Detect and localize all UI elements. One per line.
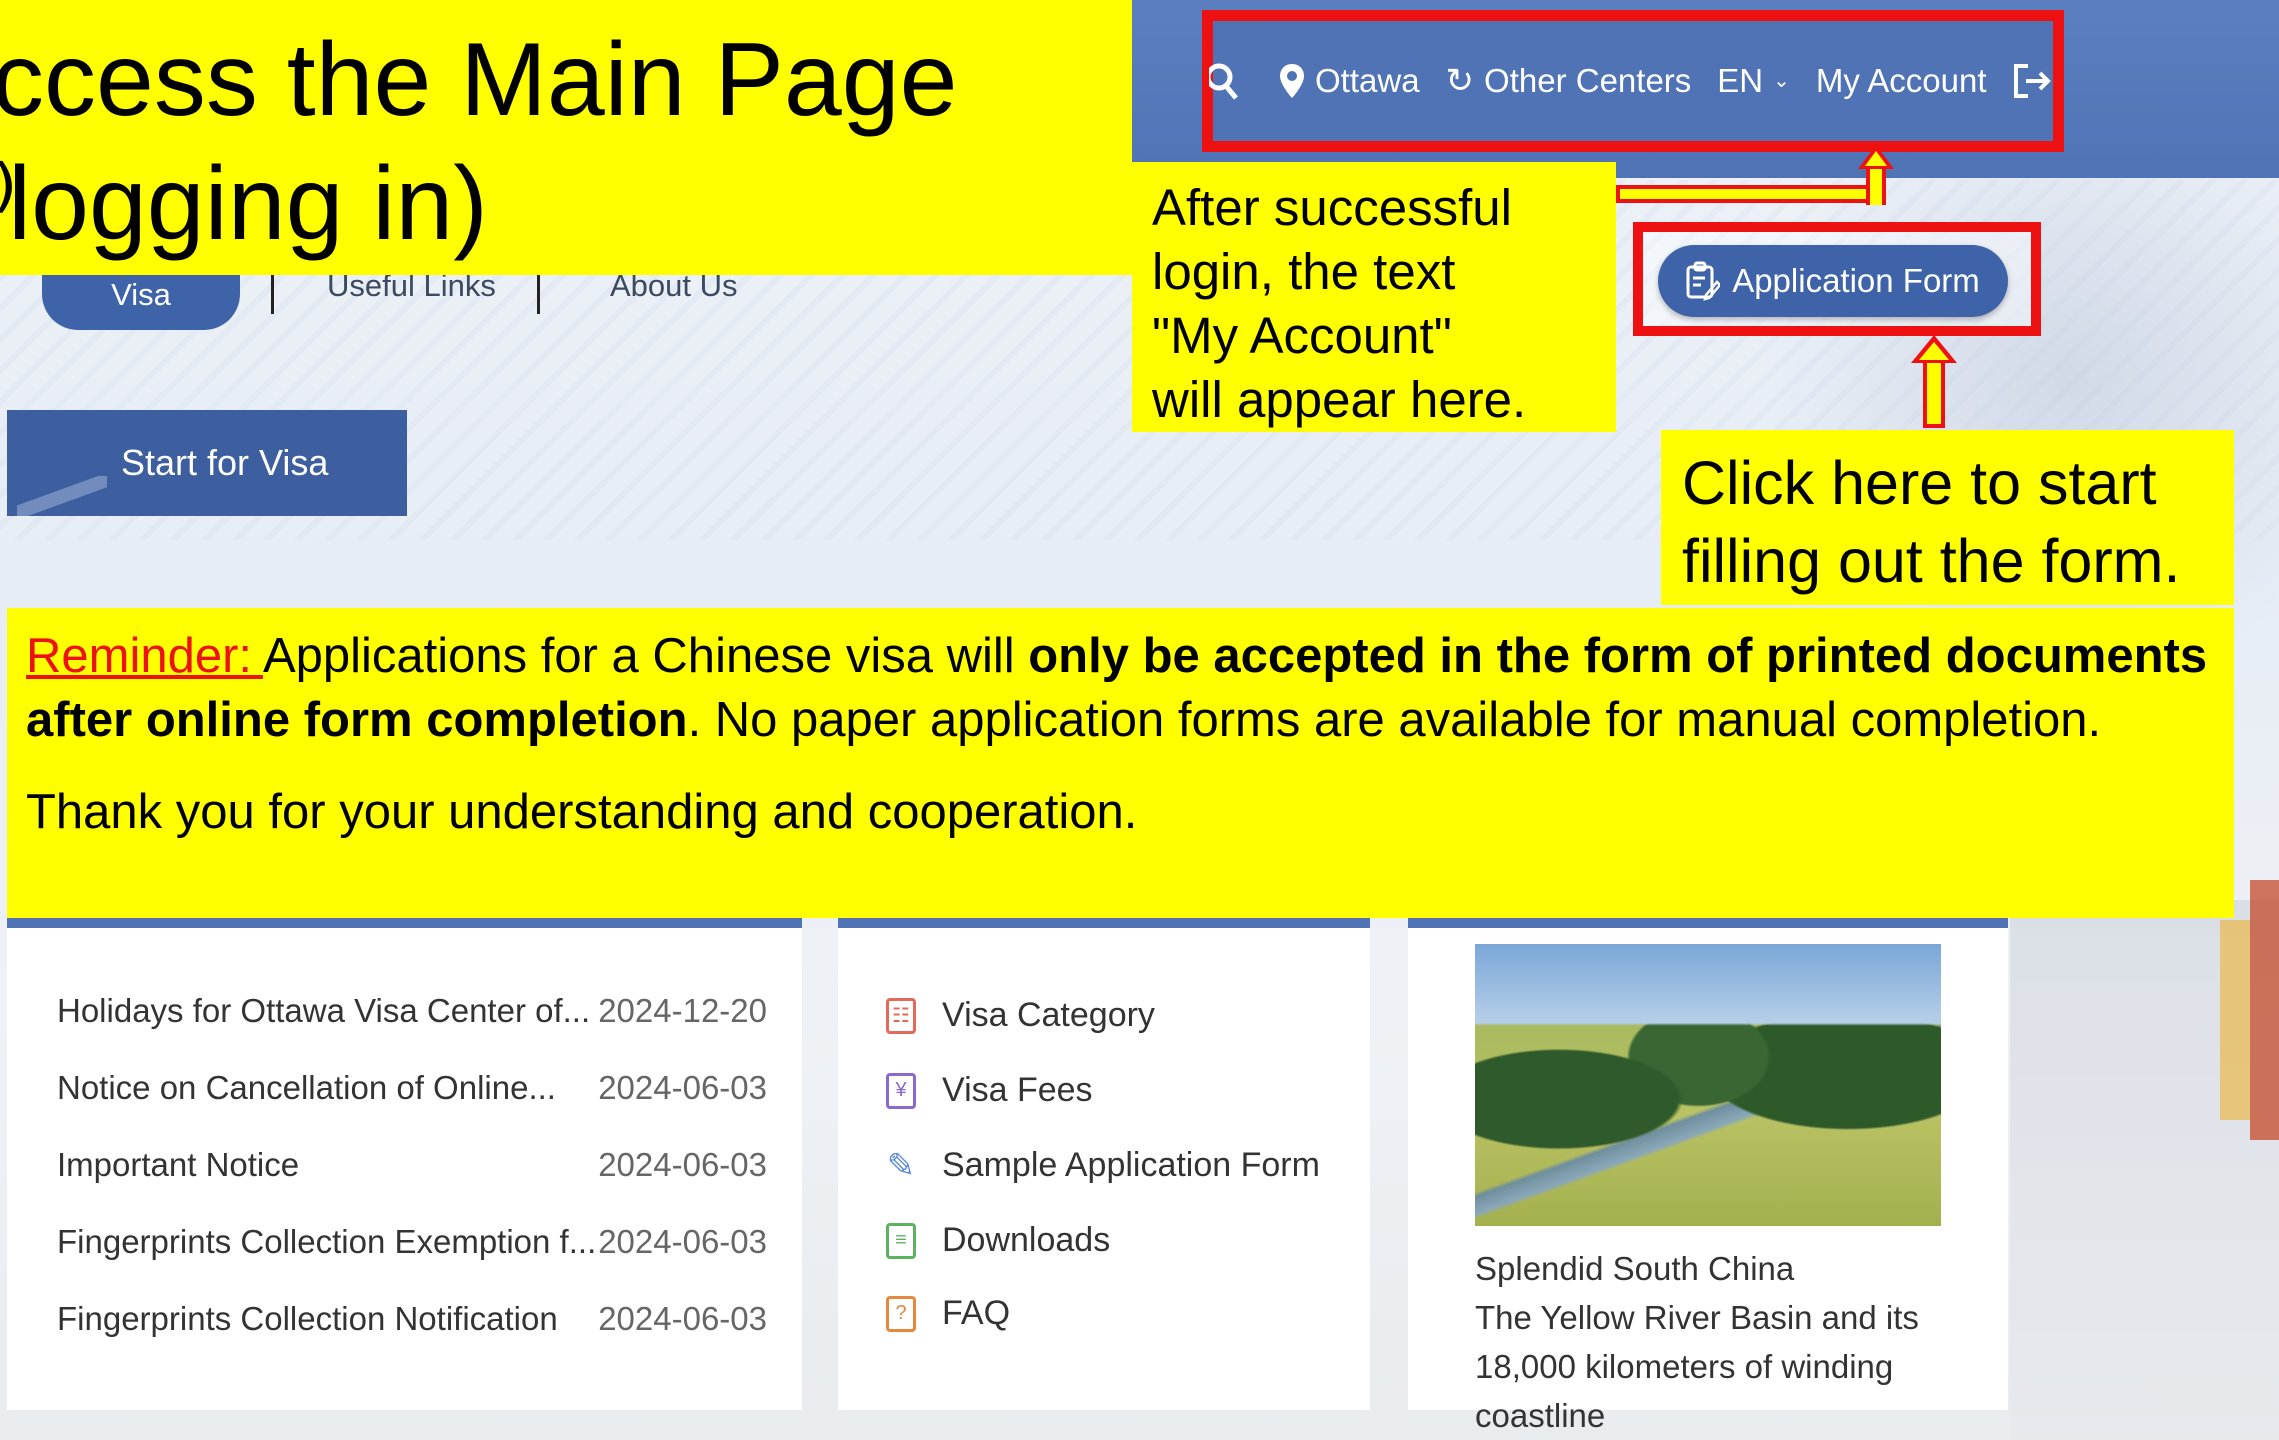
location-pin-icon [1280, 64, 1304, 98]
click-note-line-1: Click here to start [1682, 449, 2157, 517]
annotation-arrow-vertical-2 [1923, 358, 1945, 428]
title-line-2: ⁾logging in) [0, 146, 488, 262]
yuan-icon: ¥ [886, 1072, 916, 1109]
photo-caption-line-2: The Yellow River Basin and its [1475, 1299, 1919, 1336]
news-item[interactable]: Fingerprints Collection Notification 202… [57, 1300, 767, 1338]
annotation-arrowhead-2-fill [1919, 342, 1949, 360]
news-title: Important Notice [57, 1146, 300, 1183]
location-label: Ottawa [1315, 62, 1420, 99]
news-date: 2024-06-03 [598, 1146, 767, 1183]
start-for-visa-tab[interactable]: Start for Visa [7, 410, 407, 516]
quick-links-panel: ☷ Visa Category ¥ Visa Fees ✎ Sample App… [838, 918, 1370, 1410]
click-here-annotation: Click here to start filling out the form… [1661, 430, 2234, 605]
quick-link-faq[interactable]: ? FAQ [886, 1294, 1010, 1333]
quick-link-downloads[interactable]: ≡ Downloads [886, 1221, 1110, 1260]
login-note-line-3: "My Account" [1152, 307, 1452, 364]
chevron-down-icon: ⌄ [1773, 70, 1790, 92]
annotation-arrow-horizontal [1616, 185, 1886, 203]
login-note-line-1: After successful [1152, 179, 1512, 236]
background-red-post [2250, 880, 2279, 1140]
other-centers-label: Other Centers [1484, 62, 1692, 99]
nav-highlight-box: Ottawa ↻ Other Centers EN ⌄ My Account [1202, 10, 2064, 152]
search-icon [1209, 63, 1238, 100]
location-selector[interactable]: Ottawa [1279, 62, 1420, 100]
application-form-label: Application Form [1732, 262, 1980, 299]
quick-link-label: Sample Application Form [942, 1146, 1320, 1184]
reminder-text-1: Applications for a Chinese visa will [262, 629, 1029, 683]
landscape-photo[interactable] [1475, 944, 1941, 1226]
news-title: Notice on Cancellation of Online... [57, 1069, 556, 1106]
quick-link-label: Downloads [942, 1221, 1111, 1259]
quick-link-visa-fees[interactable]: ¥ Visa Fees [886, 1071, 1093, 1110]
quick-link-label: Visa Category [942, 996, 1155, 1034]
logout-icon [2014, 64, 2052, 98]
click-note-line-2: filling out the form. [1682, 527, 2181, 595]
document-icon: ≡ [886, 1222, 916, 1259]
reminder-text-2: . No paper application forms are availab… [687, 693, 2102, 747]
quick-link-label: Visa Fees [942, 1071, 1093, 1109]
login-annotation: After successful login, the text "My Acc… [1132, 162, 1616, 432]
mountain-decoration [17, 476, 107, 516]
logout-button[interactable] [2012, 63, 2052, 99]
my-account-link[interactable]: My Account [1816, 62, 1987, 100]
login-note-line-4: will appear here. [1152, 371, 1527, 428]
title-annotation: ccess the Main Page ⁾logging in) [0, 0, 1132, 275]
reminder-label: Reminder: [26, 629, 263, 683]
news-item[interactable]: Holidays for Ottawa Visa Center of... 20… [57, 992, 767, 1030]
news-date: 2024-06-03 [598, 1223, 767, 1260]
start-for-visa-label: Start for Visa [121, 442, 329, 483]
reminder-paragraph: Reminder: Applications for a Chinese vis… [26, 624, 2234, 752]
application-form-button[interactable]: Application Form [1658, 245, 2008, 317]
reminder-thanks: Thank you for your understanding and coo… [26, 785, 1138, 839]
refresh-icon: ↻ [1445, 62, 1475, 100]
search-button[interactable] [1209, 61, 1239, 101]
news-date: 2024-12-20 [598, 992, 767, 1029]
language-selector[interactable]: EN ⌄ [1717, 62, 1790, 100]
photo-caption-line-4: coastline [1475, 1397, 1606, 1434]
title-line-1: ccess the Main Page [0, 22, 958, 138]
news-title: Fingerprints Collection Notification [57, 1300, 558, 1337]
background-yellow-post [2220, 920, 2250, 1120]
login-note-line-2: login, the text [1152, 243, 1456, 300]
quick-link-visa-category[interactable]: ☷ Visa Category [886, 996, 1155, 1035]
quick-link-label: FAQ [942, 1294, 1011, 1332]
other-centers-link[interactable]: ↻ Other Centers [1446, 62, 1692, 100]
reminder-annotation: Reminder: Applications for a Chinese vis… [7, 608, 2234, 918]
category-icon: ☷ [886, 997, 916, 1034]
news-title: Holidays for Ottawa Visa Center of... [57, 992, 591, 1029]
featured-photo-panel[interactable]: Splendid South China The Yellow River Ba… [1408, 918, 2008, 1434]
news-item[interactable]: Important Notice 2024-06-03 [57, 1146, 767, 1184]
my-account-label: My Account [1815, 62, 1987, 99]
news-date: 2024-06-03 [598, 1069, 767, 1106]
annotation-arrowhead-fill [1865, 151, 1887, 166]
pen-icon: ✎ [886, 1146, 916, 1185]
photo-caption-line-3: 18,000 kilometers of winding [1475, 1348, 1894, 1385]
news-title: Fingerprints Collection Exemption f... [57, 1223, 597, 1260]
news-date: 2024-06-03 [598, 1300, 767, 1337]
menu-visa-label: Visa [111, 277, 171, 312]
language-label: EN [1717, 62, 1764, 99]
quick-link-sample-application-form[interactable]: ✎ Sample Application Form [886, 1146, 1320, 1185]
news-item[interactable]: Fingerprints Collection Exemption f... 2… [57, 1223, 767, 1261]
photo-caption-line-1: Splendid South China [1475, 1250, 1795, 1287]
form-edit-icon [1686, 261, 1721, 301]
news-panel: Holidays for Ottawa Visa Center of... 20… [7, 918, 802, 1410]
question-icon: ? [886, 1295, 916, 1332]
news-item[interactable]: Notice on Cancellation of Online... 2024… [57, 1069, 767, 1107]
